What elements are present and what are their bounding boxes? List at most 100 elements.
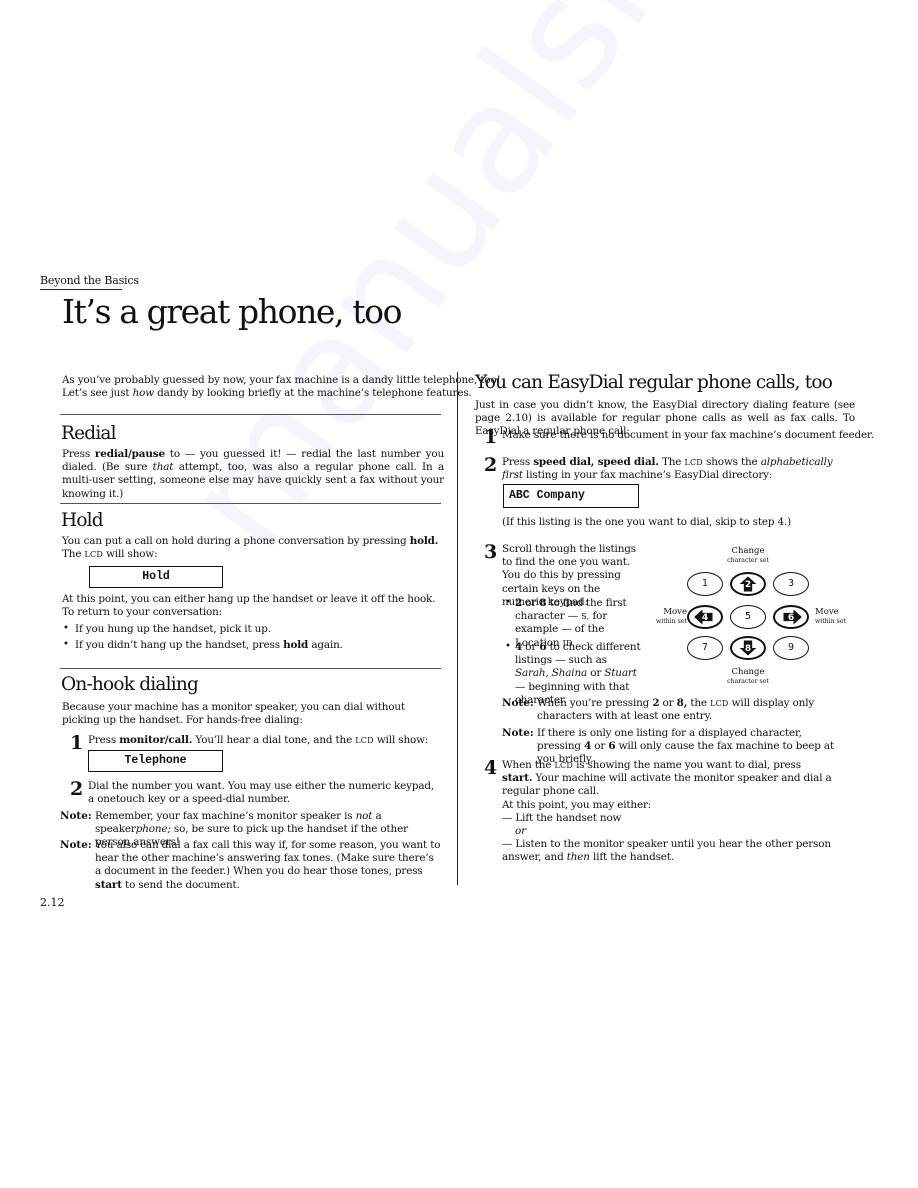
text: shows the: [702, 456, 761, 468]
text: lift the handset.: [589, 851, 674, 864]
hold-bullet-1: If you hung up the handset, pick it up.: [75, 623, 271, 636]
note-label: Note:: [502, 697, 534, 709]
keypad-key-5: 5: [730, 605, 766, 629]
text: or: [587, 667, 605, 680]
text: The: [658, 456, 685, 468]
text: You can put a call on hold during a phon…: [62, 535, 410, 547]
emphasis: how: [132, 387, 155, 400]
running-head: Beyond the Basics: [40, 274, 139, 290]
label-text: Change: [731, 667, 765, 677]
key-label: 5: [744, 611, 752, 622]
text: Press: [502, 456, 534, 468]
label-text: Move: [663, 607, 687, 617]
text: You also can dial a fax call this way if…: [95, 839, 441, 878]
hold-paragraph: You can put a call on hold during a phon…: [62, 535, 444, 561]
text: to send the document.: [121, 878, 240, 891]
emphasis: then: [566, 851, 590, 864]
text: or: [522, 641, 540, 653]
intro-line-1: As you’ve probably guessed by now, your …: [62, 374, 501, 386]
hold-bullet-2: If you didn’t hang up the handset, press…: [75, 639, 343, 652]
key-label: 1: [701, 578, 709, 589]
key-label: 6: [787, 613, 795, 623]
key-name: start: [95, 878, 122, 891]
lcd-display-abc-company: ABC Company: [503, 484, 639, 508]
text: or: [522, 597, 540, 609]
keypad-key-4: 4: [687, 605, 723, 629]
bullet-dot: •: [505, 597, 511, 608]
label-text: within set: [655, 618, 687, 625]
key-label: 7: [701, 642, 709, 653]
label-move-within-set-left: Move within set: [642, 608, 687, 626]
keypad-key-1: 1: [687, 572, 723, 596]
label-change-character-set-top: Change character set: [718, 547, 778, 565]
redial-paragraph: Press redial/pause to — you guessed it! …: [62, 448, 444, 501]
easydial-step-1: Make sure there is no document in your f…: [502, 429, 874, 441]
label-text: within set: [815, 618, 847, 625]
redial-heading: Redial: [61, 423, 117, 444]
text: dandy by looking briefly at the machine’…: [153, 387, 472, 400]
key-name: monitor/call.: [119, 734, 193, 746]
label-text: character set: [727, 678, 769, 685]
section-divider: [60, 668, 441, 669]
onhook-heading: On-hook dialing: [61, 674, 199, 695]
section-divider: [60, 503, 441, 504]
section-divider: [60, 414, 441, 415]
lcd-abbrev: LCD: [710, 699, 729, 708]
column-divider: [457, 372, 458, 885]
easydial-note-1: When you’re pressing 2 or 8, the LCD wil…: [537, 697, 855, 723]
emphasis: Sarah,: [515, 667, 549, 680]
keypad-key-8: 8: [730, 636, 766, 660]
intro-line-2: Let’s see just how dandy by looking brie…: [62, 387, 472, 400]
emphasis: that: [152, 461, 174, 474]
step4-option-2: — Listen to the monitor speaker until yo…: [502, 838, 854, 864]
text: or: [591, 740, 609, 753]
note-label: Note:: [502, 727, 534, 739]
text: If you didn’t hang up the handset, press: [75, 639, 284, 651]
text: is showing the name you want to dial, pr…: [572, 759, 801, 771]
key-label: 3: [787, 578, 795, 589]
step-number: 3: [484, 541, 498, 563]
label-text: Change: [731, 546, 765, 556]
bullet-dot: •: [63, 623, 69, 634]
text: Your machine will activate the monitor s…: [502, 772, 832, 798]
lcd-abbrev: LCD: [684, 458, 703, 467]
text: or: [659, 697, 677, 709]
text: will show:: [373, 734, 429, 746]
easydial-heading: You can EasyDial regular phone calls, to…: [475, 372, 833, 393]
key-name: redial/pause: [94, 448, 165, 460]
easydial-step-2: Press speed dial, speed dial. The LCD sh…: [502, 456, 854, 482]
onhook-step-2: Dial the number you want. You may use ei…: [88, 780, 435, 806]
page-number: 2.12: [40, 896, 65, 909]
page-title: It’s a great phone, too: [62, 292, 402, 331]
keypad-key-3: 3: [773, 572, 809, 596]
key-name: hold: [283, 639, 309, 651]
step4-line-2: At this point, you may either:: [502, 798, 652, 811]
lcd-abbrev: LCD: [554, 761, 573, 770]
lcd-abbrev: LCD: [355, 736, 374, 745]
key-name: start.: [502, 772, 533, 785]
text: If you hung up the handset, pick it up.: [75, 623, 271, 635]
note-label: Note:: [60, 810, 92, 822]
lcd-abbrev: LCD: [84, 550, 103, 560]
text: When the: [502, 759, 555, 771]
step-number: 1: [484, 426, 498, 448]
emphasis: Stuart: [604, 667, 637, 680]
text: The: [62, 548, 85, 561]
intro-paragraph: As you’ve probably guessed by now, your …: [62, 374, 501, 400]
key-label: 9: [787, 642, 795, 653]
text: Remember, your fax machine’s monitor spe…: [95, 810, 356, 822]
onhook-paragraph: Because your machine has a monitor speak…: [62, 701, 405, 727]
step4-paragraph: When the LCD is showing the name you wan…: [502, 759, 832, 799]
skip-note: (If this listing is the one you want to …: [502, 516, 792, 528]
text: You’ll hear a dial tone, and the: [192, 734, 356, 746]
text: When you’re pressing: [537, 697, 653, 709]
keypad-key-9: 9: [773, 636, 809, 660]
onhook-step-1: Press monitor/call. You’ll hear a dial t…: [88, 734, 428, 747]
hold-paragraph-2: At this point, you can either hang up th…: [62, 593, 436, 619]
text: Let’s see just: [62, 387, 133, 400]
text: Press: [88, 734, 120, 746]
note-label: Note:: [60, 839, 92, 851]
text: listing in your fax machine’s EasyDial d…: [522, 469, 773, 482]
onhook-note-2: You also can dial a fax call this way if…: [95, 839, 441, 892]
step4-or: or: [515, 825, 526, 838]
